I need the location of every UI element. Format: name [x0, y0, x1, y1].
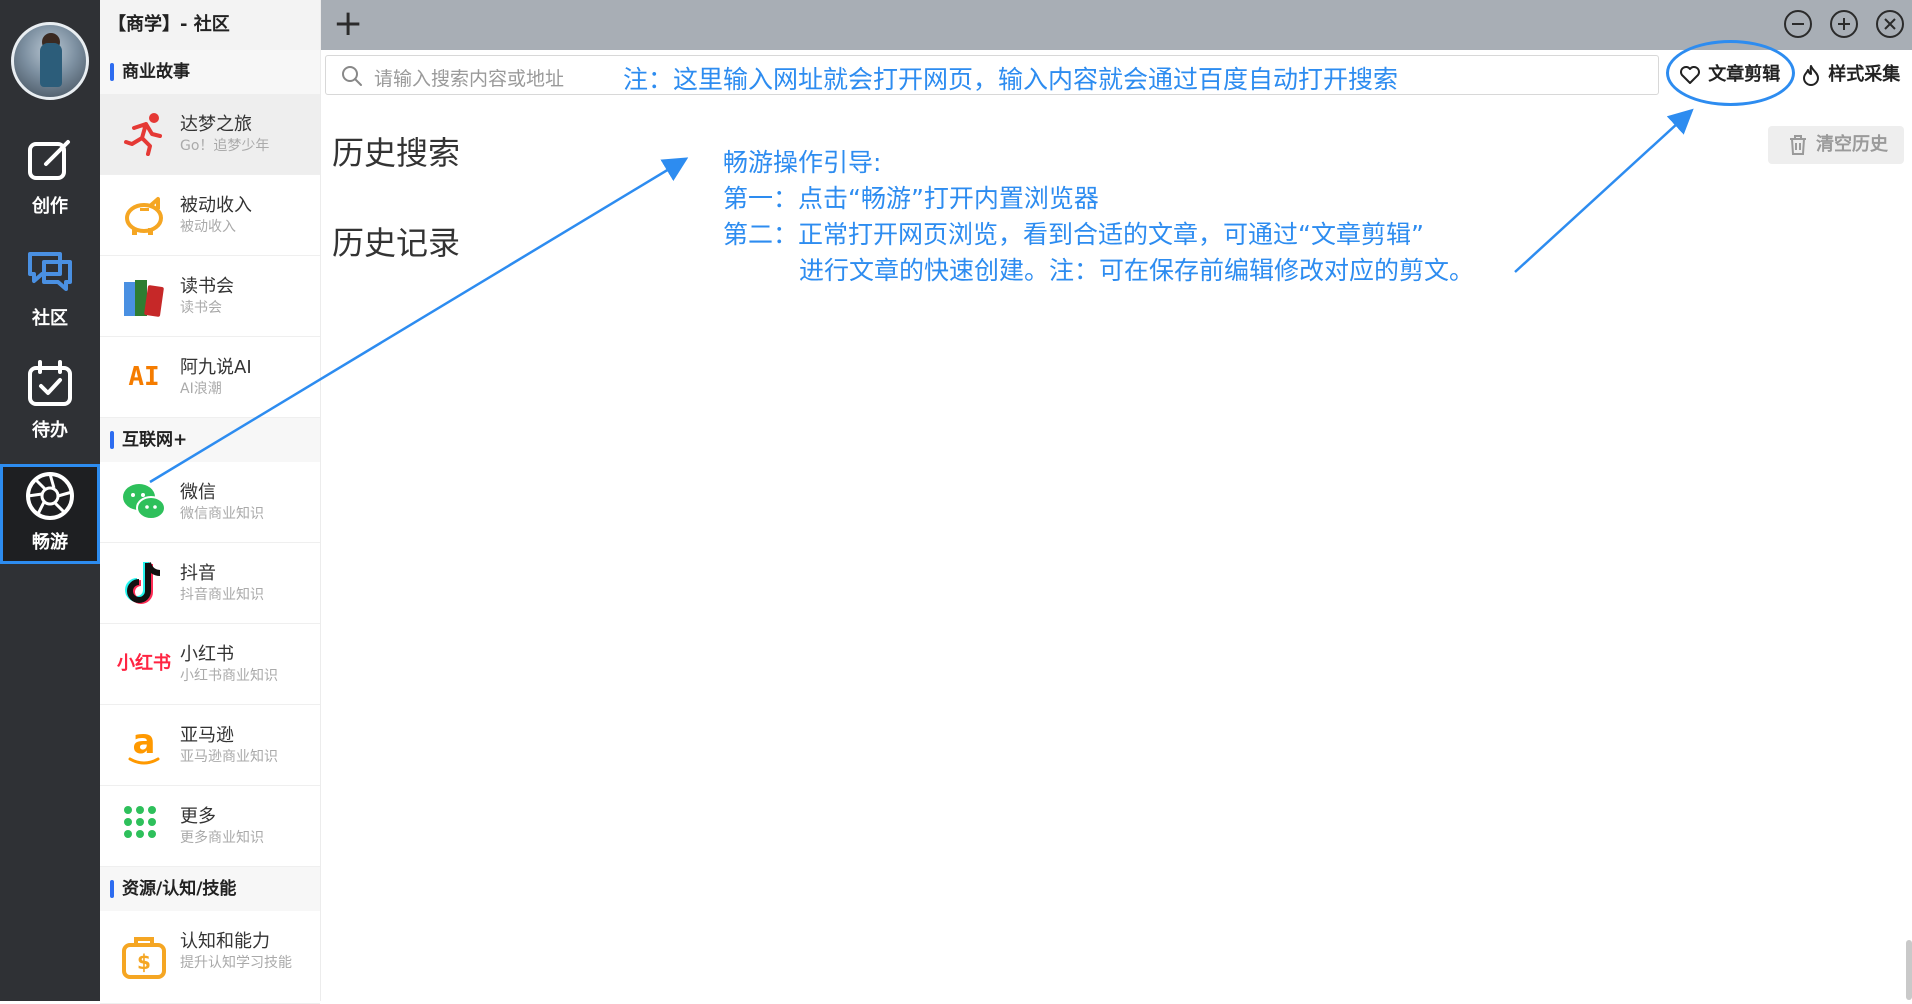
list-item[interactable]: 抖音 抖音商业知识 [100, 543, 320, 624]
item-name: 被动收入 [180, 195, 252, 216]
rail-item-browse[interactable]: 畅游 [0, 464, 100, 564]
xiaohongshu-icon: 小红书 [117, 653, 171, 674]
list-item[interactable]: a 亚马逊 亚马逊商业知识 [100, 705, 320, 786]
item-subtitle: 小红书商业知识 [180, 668, 278, 684]
search-icon [342, 66, 362, 86]
list-item[interactable]: 小红书 小红书 小红书商业知识 [100, 624, 320, 705]
clear-history-button[interactable]: 清空历史 [1768, 126, 1904, 164]
search-placeholder: 请输入搜索内容或地址 [374, 68, 565, 90]
guide-title: 畅游操作引导: [723, 148, 882, 177]
item-name: 小红书 [180, 644, 234, 665]
item-name: 读书会 [180, 276, 234, 297]
plus-icon [1838, 18, 1850, 30]
rail-item-todo[interactable]: 待办 [0, 352, 100, 452]
minus-icon [1792, 23, 1804, 25]
close-button[interactable] [1876, 10, 1904, 38]
close-icon [1884, 18, 1896, 30]
guide-step-2: 第二：正常打开网页浏览，看到合适的文章，可通过“文章剪辑” [723, 217, 1474, 253]
list-item[interactable]: 微信 微信商业知识 [100, 462, 320, 543]
maximize-button[interactable] [1830, 10, 1858, 38]
guide-step-2-text: 正常打开网页浏览，看到合适的文章，可通过“文章剪辑” [798, 220, 1424, 249]
piggy-bank-icon [125, 197, 163, 235]
item-subtitle: 提升认知学习技能 [180, 955, 292, 971]
grid-dots-icon [124, 806, 156, 838]
item-subtitle: AI浪潮 [180, 381, 222, 397]
item-subtitle: 微信商业知识 [180, 506, 264, 522]
list-item[interactable]: 更多 更多商业知识 [100, 786, 320, 867]
scrollbar[interactable] [1906, 940, 1912, 1000]
guide-annotation: 畅游操作引导: 第一：点击“畅游”打开内置浏览器 第二：正常打开网页浏览，看到合… [723, 145, 1474, 289]
calendar-check-icon [28, 360, 72, 406]
list-item[interactable]: AI 阿九说AI AI浪潮 [100, 337, 320, 418]
title-bar: + [321, 0, 1912, 50]
arrow-to-article-clip [1514, 108, 1694, 273]
rail-item-create[interactable]: 创作 [0, 128, 100, 228]
aperture-icon [26, 472, 74, 520]
item-name: 达梦之旅 [180, 114, 252, 135]
douyin-icon [125, 562, 161, 604]
item-subtitle: 被动收入 [180, 219, 236, 235]
ai-icon: AI [128, 362, 160, 392]
search-input[interactable]: 请输入搜索内容或地址 注：这里输入网址就会打开网页，输入内容就会通过百度自动打开… [325, 55, 1659, 95]
highlight-oval [1666, 40, 1795, 106]
item-subtitle: Go！追梦少年 [180, 138, 270, 154]
runner-icon [124, 113, 162, 156]
section-header: 互联网+ [100, 418, 320, 462]
history-records-heading: 历史记录 [332, 224, 461, 262]
search-annotation: 注：这里输入网址就会打开网页，输入内容就会通过百度自动打开搜索 [623, 65, 1399, 94]
wechat-icon [123, 484, 166, 520]
guide-step-2-prefix: 第二： [723, 220, 799, 249]
item-name: 微信 [180, 482, 216, 503]
minimize-button[interactable] [1784, 10, 1812, 38]
guide-step-1-prefix: 第一： [723, 184, 799, 213]
category-pane: 【商学】- 社区 商业故事 达梦之旅 Go！追梦少年 被动收入 被动收入 读书会… [100, 0, 321, 1004]
list-item[interactable]: 达梦之旅 Go！追梦少年 [100, 94, 320, 175]
rail-item-label: 创作 [32, 196, 68, 217]
style-collect-label: 样式采集 [1828, 64, 1901, 85]
item-name: 亚马逊 [180, 725, 234, 746]
books-icon [124, 280, 164, 317]
user-avatar[interactable] [11, 22, 89, 100]
guide-step-2-cont: 进行文章的快速创建。注：可在保存前编辑修改对应的剪文。 [799, 256, 1475, 285]
svg-text:$: $ [137, 950, 151, 974]
new-tab-button[interactable]: + [333, 4, 363, 44]
list-item[interactable]: 读书会 读书会 [100, 256, 320, 337]
rail-item-label: 畅游 [32, 532, 68, 553]
amazon-icon: a [128, 722, 160, 765]
rail-item-label: 社区 [32, 308, 68, 329]
section-header: 商业故事 [100, 50, 320, 94]
item-subtitle: 读书会 [180, 300, 222, 316]
trash-icon [1790, 135, 1806, 155]
flame-icon [1803, 65, 1819, 86]
item-subtitle: 亚马逊商业知识 [180, 749, 278, 765]
guide-step-1: 第一：点击“畅游”打开内置浏览器 [723, 181, 1474, 217]
item-name: 阿九说AI [180, 357, 252, 378]
chat-icon [28, 252, 72, 291]
section-header: 资源/认知/技能 [100, 867, 320, 911]
item-subtitle: 抖音商业知识 [180, 587, 264, 603]
rail-item-label: 待办 [32, 420, 68, 441]
list-item[interactable]: 被动收入 被动收入 [100, 175, 320, 256]
left-rail: 创作 社区 待办 畅游 [0, 0, 100, 1001]
clear-history-label: 清空历史 [1816, 134, 1888, 155]
item-name: 认知和能力 [180, 931, 270, 952]
guide-step-1-text: 点击“畅游”打开内置浏览器 [798, 184, 1099, 213]
style-collect-button[interactable]: 样式采集 [1800, 55, 1900, 95]
pane-title: 【商学】- 社区 [100, 0, 320, 50]
item-subtitle: 更多商业知识 [180, 830, 264, 846]
skill-bag-icon: $ [122, 937, 166, 979]
svg-text:a: a [133, 722, 156, 762]
list-item[interactable]: $ 认知和能力 提升认知学习技能 [100, 911, 320, 1004]
edit-icon [28, 140, 70, 180]
history-search-heading: 历史搜索 [332, 134, 461, 172]
item-name: 更多 [180, 806, 216, 827]
item-name: 抖音 [180, 563, 216, 584]
rail-item-community[interactable]: 社区 [0, 240, 100, 340]
